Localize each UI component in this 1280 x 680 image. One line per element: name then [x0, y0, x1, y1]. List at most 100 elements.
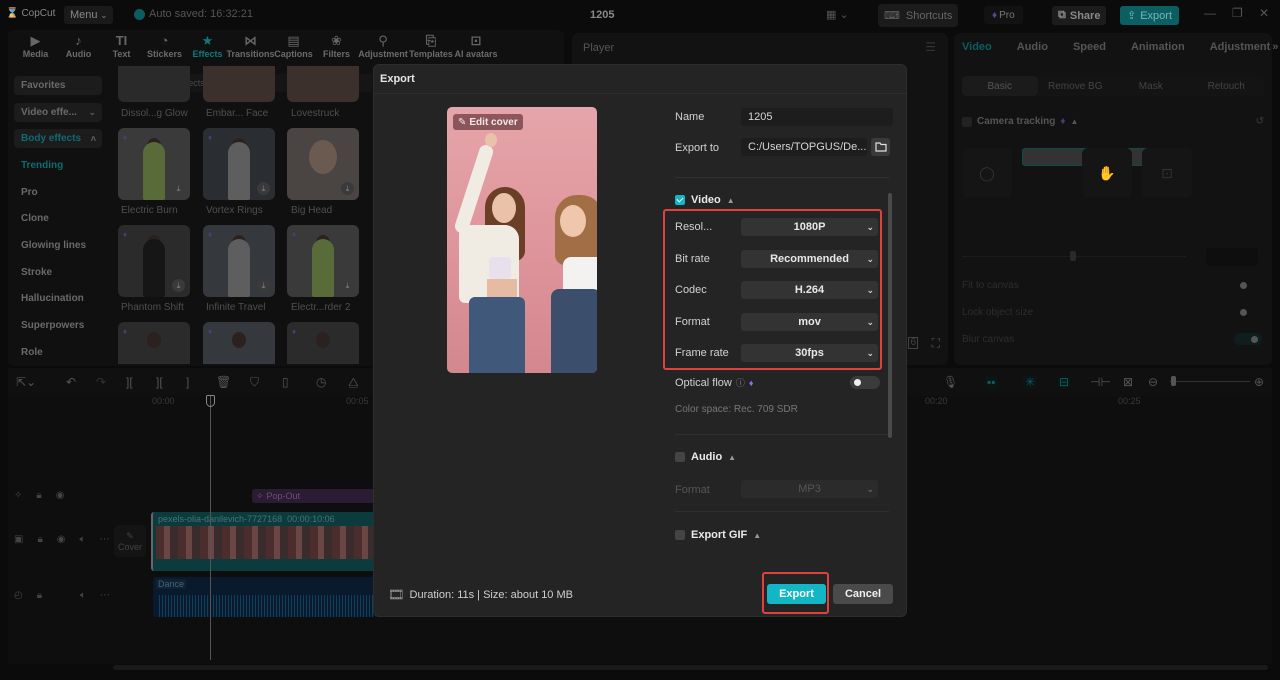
help-icon[interactable]: ⓘ	[736, 376, 745, 389]
share-button[interactable]: ⧉ Share	[1052, 6, 1107, 25]
split-icon[interactable]: ][	[126, 375, 133, 389]
sidebar-item-body-effects[interactable]: Body effects ˄	[14, 129, 102, 148]
freeze-icon[interactable]: ▯	[282, 375, 289, 389]
effect-item-vortex-rings[interactable]: ♦ ⤓	[203, 128, 275, 200]
shortcuts-button[interactable]: ⌨ Shortcuts	[878, 4, 959, 27]
tab-speed[interactable]: Speed	[1073, 41, 1106, 53]
playhead-handle[interactable]	[206, 395, 215, 407]
camera-tracking-checkbox[interactable]	[962, 116, 972, 127]
effect-thumbnail[interactable]	[203, 66, 275, 102]
blur-canvas-toggle[interactable]	[1234, 333, 1262, 345]
lock-icon[interactable]: 🔒︎	[37, 534, 42, 545]
reset-icon[interactable]: ↺	[1256, 116, 1264, 127]
lock-icon[interactable]: 🔒︎	[37, 590, 42, 601]
zoom-slider-track[interactable]	[1170, 381, 1250, 382]
slider-handle[interactable]	[1070, 251, 1076, 261]
sidebar-item-clone[interactable]: Clone	[14, 209, 102, 228]
tab-video[interactable]: Video	[962, 41, 992, 53]
undo-icon[interactable]: ↶	[66, 375, 76, 389]
sidebar-item-video-effects[interactable]: Video effe... ⌄	[14, 103, 102, 122]
subtab-mask[interactable]: Mask	[1113, 76, 1189, 96]
sidebar-item-stroke[interactable]: Stroke	[14, 263, 102, 282]
tab-transitions[interactable]: ⋈ Transitions	[227, 30, 275, 66]
more-icon[interactable]: ⋯	[100, 534, 110, 545]
double-chevron-right-icon[interactable]: »	[1272, 41, 1278, 53]
zoom-out-icon[interactable]: ⊖	[1148, 375, 1158, 389]
microphone-icon[interactable]: 🎙	[943, 375, 958, 389]
sidebar-item-glowing-lines[interactable]: Glowing lines	[14, 236, 102, 255]
tab-captions[interactable]: ▤ Captions	[272, 30, 315, 66]
pro-button[interactable]: ♦ Pro	[984, 6, 1023, 24]
playhead[interactable]	[210, 396, 211, 660]
tab-stickers[interactable]: ◔ Stickers	[143, 30, 186, 66]
track-face-option[interactable]: ◯	[962, 148, 1012, 198]
tab-effects[interactable]: ★ Effects	[186, 30, 229, 66]
download-icon[interactable]: ⤓	[257, 182, 270, 195]
eye-icon[interactable]: ◉	[56, 490, 65, 501]
ratio-icon[interactable]: 6	[908, 337, 918, 349]
lock-object-size-toggle[interactable]	[1234, 306, 1262, 318]
tab-adjustment-inspector[interactable]: Adjustment	[1210, 41, 1271, 53]
select-cursor-icon[interactable]: ⇱⌄	[16, 375, 36, 389]
tab-media[interactable]: ▶ Media	[14, 30, 57, 66]
eye-icon[interactable]: ◉	[57, 534, 66, 545]
trim-left-icon[interactable]: ][	[156, 375, 163, 389]
timeline-scrollbar[interactable]	[113, 665, 1268, 670]
subtab-remove-bg[interactable]: Remove BG	[1038, 76, 1114, 96]
menu-button[interactable]: Menu ⌄	[64, 6, 114, 24]
audio-checkbox[interactable]	[675, 452, 685, 462]
edit-cover-button[interactable]: ✎ Edit cover	[453, 114, 523, 130]
link-clip-icon[interactable]: ⊟	[1057, 375, 1072, 389]
sidebar-item-pro[interactable]: Pro	[14, 183, 102, 202]
value-input[interactable]	[1206, 248, 1258, 266]
subtab-basic[interactable]: Basic	[962, 76, 1038, 96]
download-icon[interactable]: ⤓	[172, 182, 185, 195]
play-circle-icon[interactable]: ◷	[316, 375, 326, 389]
audio-clip[interactable]: Dance	[153, 577, 376, 617]
sidebar-item-role[interactable]: Role	[14, 343, 102, 362]
sidebar-item-hallucination[interactable]: Hallucination	[14, 289, 102, 308]
speaker-icon[interactable]: 🔈︎	[80, 534, 86, 545]
download-icon[interactable]: ⤓	[341, 182, 354, 195]
name-input[interactable]: 1205	[741, 108, 893, 126]
sidebar-item-trending[interactable]: Trending	[14, 156, 102, 175]
preview-zoom-icon[interactable]: ⊠	[1123, 375, 1133, 389]
effect-thumbnail[interactable]: ♦	[287, 322, 359, 364]
zoom-in-icon[interactable]: ⊕	[1254, 375, 1264, 389]
track-hand-option[interactable]: ✋	[1082, 148, 1132, 198]
video-clip[interactable]: pexels-olia-danilevich-7727168 00:00:10:…	[151, 512, 376, 571]
cover-preview[interactable]: ✎ Edit cover	[447, 107, 597, 373]
align-icon[interactable]: ⊣⊢	[1090, 375, 1111, 389]
optical-flow-toggle[interactable]	[850, 376, 880, 389]
subtab-retouch[interactable]: Retouch	[1189, 76, 1265, 96]
tab-ai-avatars[interactable]: ⊡ AI avatars	[454, 30, 498, 66]
video-section-header[interactable]: Video ▲	[675, 194, 735, 206]
effect-item-electric-burn[interactable]: ♦ ⤓	[118, 128, 190, 200]
redo-icon[interactable]: ↷	[96, 375, 106, 389]
speaker-icon[interactable]: 🔈︎	[80, 590, 86, 601]
folder-button[interactable]	[871, 138, 890, 156]
effect-thumbnail[interactable]: ♦	[118, 322, 190, 364]
restore-icon[interactable]: ❐	[1232, 6, 1243, 20]
link-main-track-icon[interactable]: ▪▪	[985, 375, 998, 389]
download-icon[interactable]: ⤓	[341, 279, 354, 292]
close-icon[interactable]: ✕	[1259, 6, 1269, 20]
audio-format-select[interactable]: MP3 ⌄	[741, 480, 878, 498]
fullscreen-icon[interactable]: ⛶	[932, 336, 940, 351]
mirror-icon[interactable]: ⧋	[348, 375, 359, 390]
lock-icon[interactable]: 🔒︎	[36, 490, 41, 501]
tab-audio[interactable]: ♪ Audio	[57, 30, 100, 66]
effect-item-electr-rder-2[interactable]: ♦ ⤓	[287, 225, 359, 297]
effect-item-phantom-shift[interactable]: ♦ ⤓	[118, 225, 190, 297]
cover-button[interactable]: ✎ Cover	[114, 525, 146, 557]
gif-checkbox[interactable]	[675, 530, 685, 540]
delete-icon[interactable]: 🗑	[216, 375, 231, 389]
export-top-button[interactable]: ⇪ Export	[1120, 6, 1180, 25]
effect-thumbnail[interactable]: ♦	[203, 322, 275, 364]
fit-to-canvas-toggle[interactable]	[1234, 279, 1262, 291]
effect-thumbnail[interactable]	[287, 66, 359, 102]
tab-templates[interactable]: ⎘ Templates	[408, 30, 454, 66]
track-object-option[interactable]: ⊡	[1142, 148, 1192, 198]
tab-adjustment[interactable]: ⚲ Adjustment	[358, 30, 408, 66]
menu-icon[interactable]: ☰	[925, 40, 936, 54]
